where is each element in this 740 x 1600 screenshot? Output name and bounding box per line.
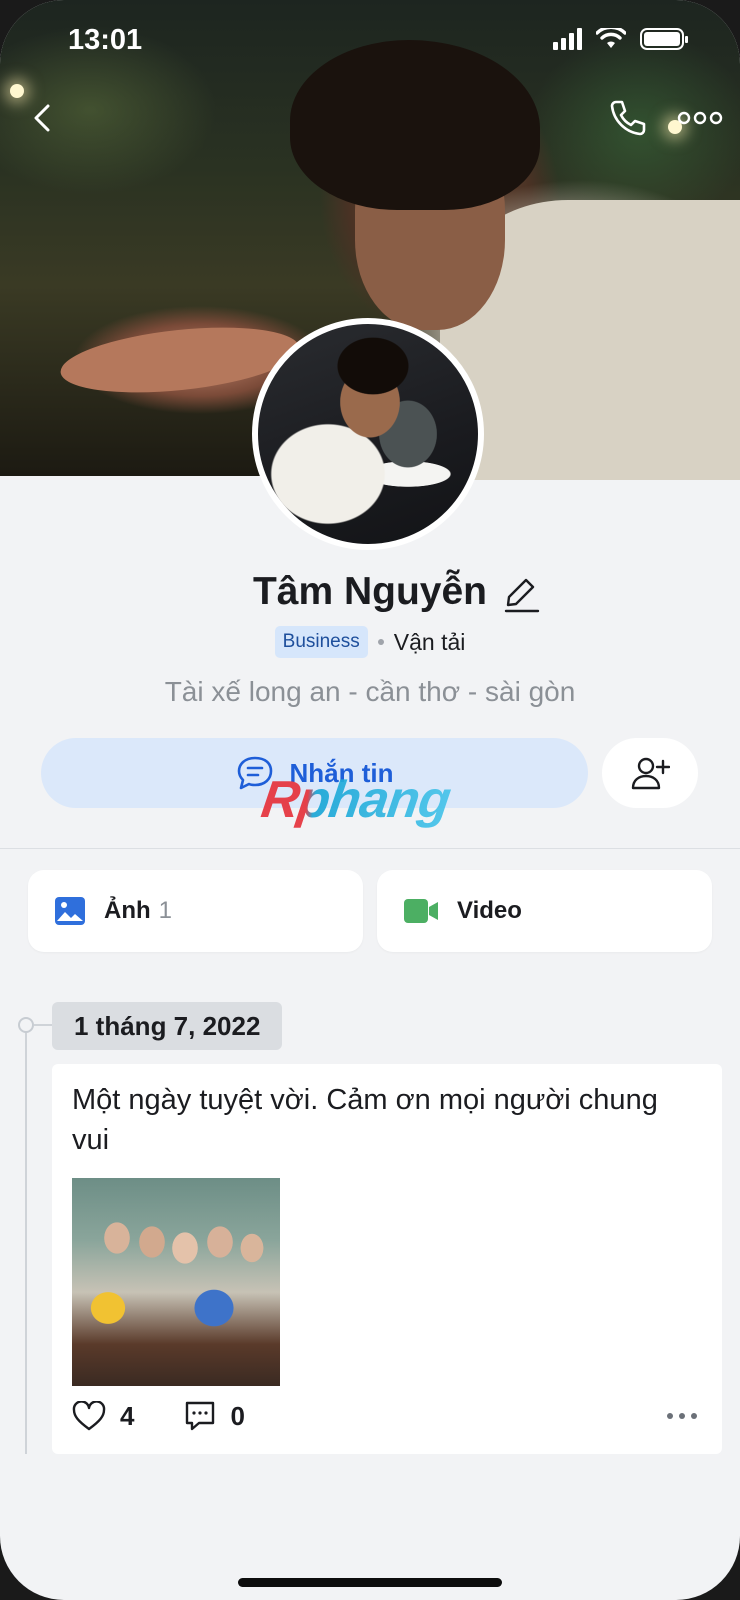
status-icons	[553, 28, 688, 50]
add-friend-button[interactable]	[602, 738, 698, 808]
profile-tags: Business Vận tải	[0, 626, 740, 658]
videos-tab-label: Video	[457, 897, 522, 924]
business-category: Vận tải	[393, 628, 466, 655]
post-text: Một ngày tuyệt vời. Cảm ơn mọi người chu…	[72, 1084, 658, 1156]
phone-icon[interactable]	[604, 96, 648, 140]
cover-hair	[290, 40, 540, 210]
profile-screen: 13:01 Tâm Nguyễn Business Vận tải Tài xế…	[0, 0, 740, 1600]
avatar[interactable]	[252, 318, 484, 550]
comment-icon[interactable]	[184, 1400, 216, 1432]
photo-icon	[55, 897, 85, 925]
separator-dot	[377, 639, 384, 645]
like-count: 4	[120, 1400, 135, 1431]
section-divider	[0, 848, 740, 849]
timeline-line	[25, 1024, 27, 1454]
post-photo[interactable]	[72, 1178, 280, 1386]
heart-icon[interactable]	[72, 1401, 106, 1431]
post-more-icon[interactable]	[664, 1404, 700, 1428]
timeline-dot	[18, 1017, 34, 1033]
home-indicator[interactable]	[238, 1578, 502, 1587]
edit-name-icon[interactable]	[504, 574, 540, 614]
cover-lamp	[10, 84, 24, 98]
videos-tab[interactable]: Video	[377, 870, 712, 952]
post-card[interactable]: Một ngày tuyệt vời. Cảm ơn mọi người chu…	[52, 1064, 722, 1454]
photos-tab-label: Ảnh	[104, 897, 151, 924]
profile-bio: Tài xế long an - cần thơ - sài gòn	[164, 676, 576, 707]
photos-tab[interactable]: Ảnh 1	[28, 870, 363, 952]
profile-name: Tâm Nguyễn	[252, 570, 488, 613]
comment-count: 0	[230, 1400, 245, 1431]
back-icon[interactable]	[24, 96, 64, 140]
video-icon	[404, 899, 438, 923]
business-badge: Business	[274, 626, 368, 658]
status-time: 13:01	[68, 24, 143, 56]
more-icon[interactable]	[676, 104, 724, 132]
timeline-date: 1 tháng 7, 2022	[52, 1002, 283, 1050]
add-friend-icon	[631, 757, 670, 790]
wifi-icon	[596, 28, 626, 48]
timeline-connector	[34, 1024, 52, 1026]
battery-icon	[640, 28, 688, 50]
watermark-logo: Rphang	[257, 771, 454, 829]
photos-count: 1	[158, 897, 173, 924]
signal-icon	[553, 28, 582, 50]
post-actions: 4 0	[72, 1400, 295, 1432]
